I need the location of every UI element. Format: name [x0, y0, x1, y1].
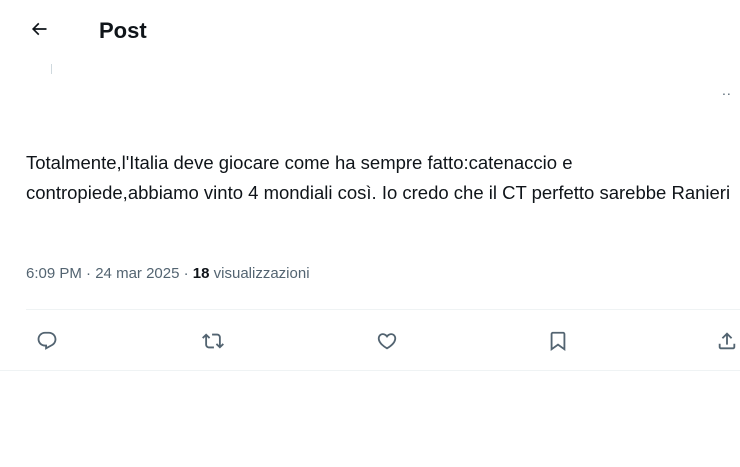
post-detail-view: Post .. Totalmente,l'Italia deve giocare…	[0, 0, 740, 467]
divider	[26, 309, 740, 310]
header: Post	[0, 0, 740, 62]
share-icon	[716, 330, 738, 352]
post-metadata: 6:09 PM · 24 mar 2025 · 18 visualizzazio…	[26, 263, 310, 285]
like-button[interactable]	[374, 328, 400, 354]
views-label: visualizzazioni	[213, 265, 310, 282]
divider	[0, 370, 740, 371]
reply-button[interactable]	[34, 328, 60, 354]
meta-separator: ·	[81, 265, 96, 282]
post-date[interactable]: 24 mar 2025	[95, 265, 179, 282]
back-button[interactable]	[26, 18, 52, 44]
repost-button[interactable]	[200, 328, 226, 354]
bookmark-button[interactable]	[545, 328, 571, 354]
post-text: Totalmente,l'Italia deve giocare come ha…	[26, 152, 731, 203]
action-bar	[0, 318, 740, 364]
bookmark-icon	[547, 330, 569, 352]
views-count: 18	[192, 265, 210, 282]
more-options-button[interactable]: ..	[722, 83, 738, 97]
post-time[interactable]: 6:09 PM	[26, 265, 82, 282]
meta-separator: ·	[179, 265, 193, 282]
repost-icon	[202, 330, 224, 352]
thread-connector-line	[51, 64, 52, 74]
reply-icon	[36, 330, 58, 352]
heart-icon	[376, 330, 398, 352]
share-button[interactable]	[714, 328, 740, 354]
page-title: Post	[99, 18, 147, 43]
arrow-left-icon	[29, 19, 49, 44]
